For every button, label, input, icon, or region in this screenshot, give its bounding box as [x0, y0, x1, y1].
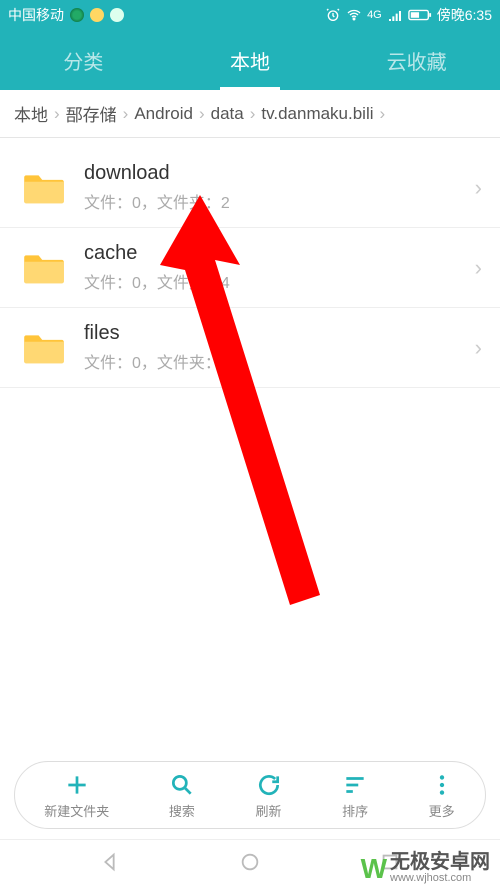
list-item[interactable]: cache 文件：0，文件夹：4 ›: [0, 228, 500, 308]
folder-name: cache: [84, 242, 475, 265]
chevron-right-icon: ›: [52, 104, 62, 124]
clock-label: 傍晚6:35: [437, 5, 492, 25]
folder-list: download 文件：0，文件夹：2 › cache 文件：0，文件夹：4 ›…: [0, 138, 500, 761]
folder-name: download: [84, 162, 475, 185]
chevron-right-icon: ›: [475, 255, 482, 281]
tab-category[interactable]: 分类: [0, 30, 167, 90]
list-item[interactable]: files 文件：0，文件夹：6 ›: [0, 308, 500, 388]
alarm-icon: [325, 7, 341, 23]
chevron-right-icon: ›: [197, 104, 207, 124]
signal-icon: [387, 7, 403, 23]
breadcrumb[interactable]: 本地 › 郚存储 › Android › data › tv.danmaku.b…: [0, 90, 500, 138]
crumb[interactable]: 本地: [10, 101, 52, 126]
tool-label: 刷新: [255, 801, 281, 820]
more-button[interactable]: 更多: [428, 771, 456, 820]
app-dot-icon: [70, 8, 84, 22]
network-label: 4G: [367, 9, 382, 21]
app-dot-icon: [90, 8, 104, 22]
more-icon: [428, 771, 456, 799]
watermark-url: www.wjhost.com: [390, 873, 490, 885]
list-item[interactable]: download 文件：0，文件夹：2 ›: [0, 148, 500, 228]
top-tabs: 分类 本地 云收藏: [0, 30, 500, 90]
folder-subtitle: 文件：0，文件夹：4: [84, 269, 475, 293]
search-button[interactable]: 搜索: [168, 771, 196, 820]
nav-back-button[interactable]: [99, 851, 121, 878]
tab-local[interactable]: 本地: [167, 30, 334, 90]
sort-icon: [341, 771, 369, 799]
refresh-button[interactable]: 刷新: [255, 771, 283, 820]
plus-icon: [63, 771, 91, 799]
tab-label: 云收藏: [387, 46, 447, 75]
tab-label: 本地: [230, 46, 270, 75]
bottom-toolbar: 新建文件夹 搜索 刷新 排序 更多: [14, 761, 486, 829]
wifi-icon: [346, 7, 362, 23]
folder-icon: [22, 330, 66, 366]
folder-icon: [22, 170, 66, 206]
crumb[interactable]: tv.danmaku.bili: [257, 104, 377, 124]
tool-label: 排序: [342, 801, 368, 820]
battery-icon: [408, 8, 432, 22]
folder-icon: [22, 250, 66, 286]
watermark: W 无极安卓网 www.wjhost.com: [361, 852, 490, 885]
watermark-text: 无极安卓网: [390, 852, 490, 873]
carrier-label: 中国移动: [8, 5, 64, 25]
crumb[interactable]: 郚存储: [62, 101, 121, 126]
app-dot-icon: [110, 8, 124, 22]
tab-cloud[interactable]: 云收藏: [333, 30, 500, 90]
crumb[interactable]: Android: [130, 104, 197, 124]
folder-subtitle: 文件：0，文件夹：2: [84, 189, 475, 213]
new-folder-button[interactable]: 新建文件夹: [44, 771, 109, 820]
tab-label: 分类: [63, 46, 103, 75]
tool-label: 搜索: [169, 801, 195, 820]
chevron-right-icon: ›: [248, 104, 258, 124]
tool-label: 更多: [429, 801, 455, 820]
nav-home-button[interactable]: [239, 851, 261, 878]
search-icon: [168, 771, 196, 799]
crumb[interactable]: data: [207, 104, 248, 124]
folder-name: files: [84, 322, 475, 345]
folder-subtitle: 文件：0，文件夹：6: [84, 349, 475, 373]
chevron-right-icon: ›: [475, 335, 482, 361]
tool-label: 新建文件夹: [44, 801, 109, 820]
sort-button[interactable]: 排序: [341, 771, 369, 820]
chevron-right-icon: ›: [378, 104, 388, 124]
status-bar: 中国移动 4G 傍晚6:35: [0, 0, 500, 30]
chevron-right-icon: ›: [121, 104, 131, 124]
refresh-icon: [255, 771, 283, 799]
watermark-logo-icon: W: [361, 853, 384, 885]
chevron-right-icon: ›: [475, 175, 482, 201]
